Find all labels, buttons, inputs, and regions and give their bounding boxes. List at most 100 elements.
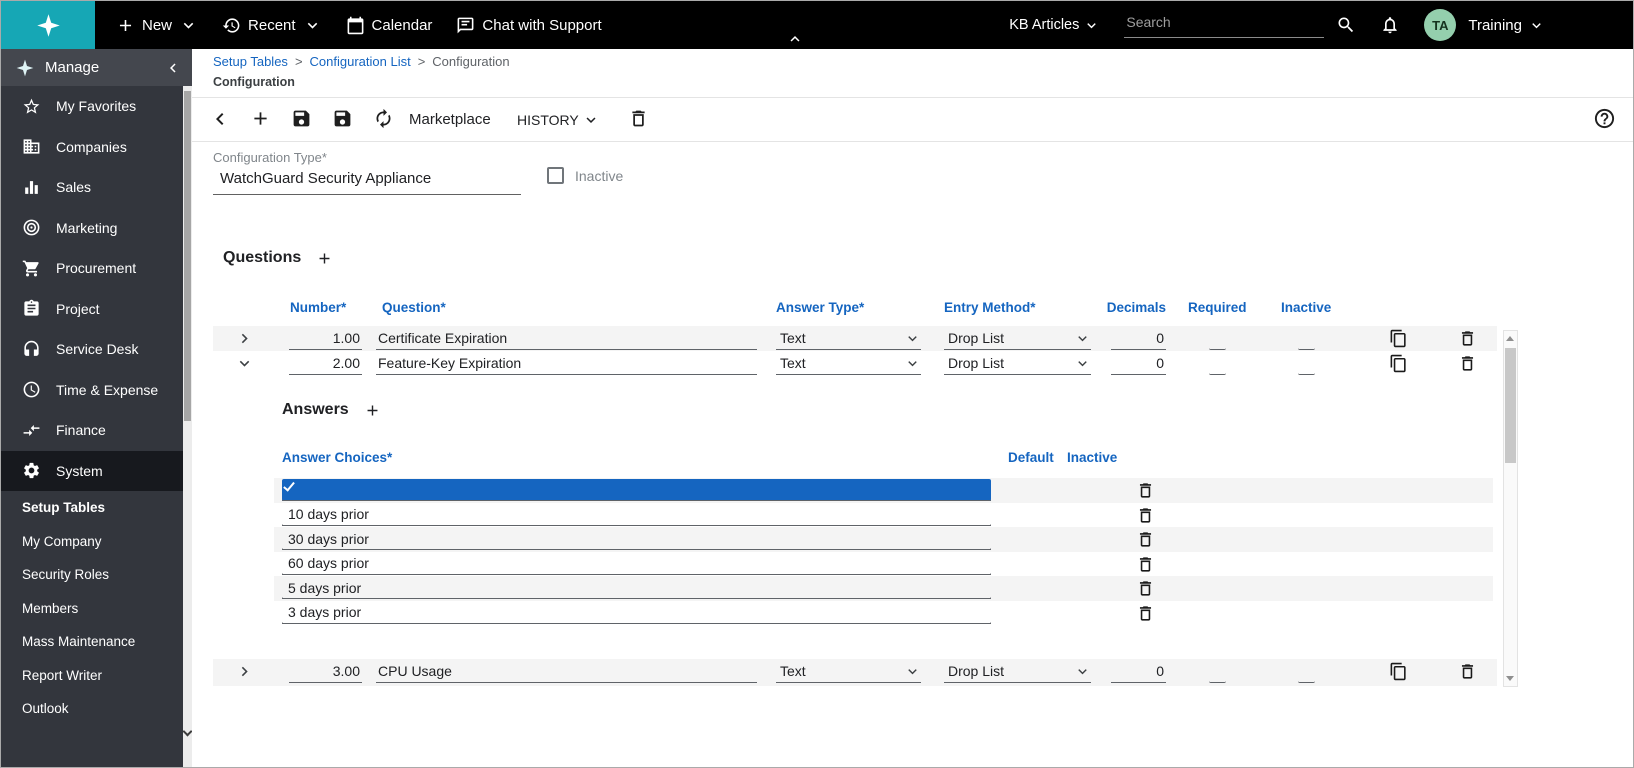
- scroll-up-icon[interactable]: [1506, 336, 1514, 341]
- avatar[interactable]: TA: [1424, 9, 1456, 41]
- collapse-row-button[interactable]: [235, 354, 254, 373]
- app-logo[interactable]: [1, 1, 95, 49]
- add-answer-button[interactable]: [364, 402, 381, 419]
- sidebar-item-time-expense[interactable]: Time & Expense: [1, 370, 192, 411]
- sidebar-scrollbar-thumb[interactable]: [184, 91, 191, 421]
- inactive-checkbox[interactable]: [282, 602, 991, 624]
- sidebar-subitem-report-writer[interactable]: Report Writer: [1, 659, 192, 693]
- question-text-input[interactable]: [376, 660, 757, 683]
- sidebar-item-companies[interactable]: Companies: [1, 127, 192, 168]
- delete-answer-button[interactable]: [1136, 579, 1155, 598]
- scroll-down-icon[interactable]: [1506, 676, 1514, 681]
- sidebar-subitem-members[interactable]: Members: [1, 592, 192, 626]
- help-button[interactable]: [1593, 107, 1616, 130]
- sidebar-item-marketing[interactable]: Marketing: [1, 208, 192, 249]
- copy-row-button[interactable]: [1389, 354, 1408, 373]
- collapse-topbar-button[interactable]: [786, 30, 804, 48]
- delete-row-button[interactable]: [1458, 354, 1477, 373]
- delete-row-button[interactable]: [1458, 662, 1477, 681]
- copy-row-button[interactable]: [1389, 329, 1408, 348]
- sidebar-subitem-setup-tables[interactable]: Setup Tables: [1, 491, 192, 525]
- plus-icon: [250, 108, 271, 129]
- inactive-checkbox[interactable]: [282, 577, 991, 599]
- inactive-checkbox[interactable]: [282, 528, 991, 550]
- delete-answer-button[interactable]: [1136, 530, 1155, 549]
- calendar-button[interactable]: Calendar: [346, 16, 433, 35]
- entry-method-select[interactable]: Drop List: [944, 660, 1091, 683]
- breadcrumb: Setup Tables Configuration List Configur…: [213, 54, 510, 69]
- question-text-input[interactable]: [376, 352, 757, 375]
- notifications-button[interactable]: [1380, 15, 1400, 35]
- sidebar-scroll-down-icon[interactable]: [183, 727, 193, 737]
- save-button[interactable]: [291, 108, 312, 129]
- decimals-input[interactable]: [1111, 352, 1166, 375]
- breadcrumb-link-setup-tables[interactable]: Setup Tables: [213, 54, 288, 69]
- decimals-input[interactable]: [1111, 327, 1166, 350]
- required-checkbox[interactable]: [1209, 352, 1226, 375]
- sidebar-subitem-label: My Company: [22, 534, 102, 549]
- inactive-checkbox[interactable]: [1298, 660, 1315, 683]
- question-number-input[interactable]: [289, 660, 362, 683]
- inactive-checkbox[interactable]: [282, 553, 991, 575]
- chat-support-button[interactable]: Chat with Support: [456, 16, 601, 35]
- scrollbar-thumb[interactable]: [1505, 348, 1516, 463]
- inactive-checkbox[interactable]: [282, 479, 991, 501]
- answer-type-select[interactable]: Text: [776, 327, 921, 350]
- question-text-input[interactable]: [376, 327, 757, 350]
- breadcrumb-link-configuration-list[interactable]: Configuration List: [310, 54, 411, 69]
- inactive-checkbox[interactable]: [547, 167, 564, 184]
- account-menu[interactable]: Training: [1468, 17, 1545, 34]
- inactive-checkbox[interactable]: [1298, 352, 1315, 375]
- expand-row-button[interactable]: [235, 662, 254, 681]
- kb-articles-menu[interactable]: KB Articles: [1009, 17, 1100, 34]
- search-input[interactable]: [1126, 14, 1322, 30]
- recent-menu-button[interactable]: Recent: [222, 16, 322, 35]
- save-and-close-button[interactable]: [332, 108, 353, 129]
- delete-answer-button[interactable]: [1136, 555, 1155, 574]
- answer-type-select[interactable]: Text: [776, 660, 921, 683]
- marketplace-button[interactable]: Marketplace: [409, 111, 491, 128]
- sidebar-scrollbar[interactable]: [183, 86, 192, 767]
- chevron-left-icon[interactable]: [164, 59, 182, 77]
- sidebar-item-project[interactable]: Project: [1, 289, 192, 330]
- sidebar-subitem-my-company[interactable]: My Company: [1, 525, 192, 559]
- search-button[interactable]: [1336, 15, 1356, 35]
- expand-row-button[interactable]: [235, 329, 254, 348]
- sidebar-item-procurement[interactable]: Procurement: [1, 248, 192, 289]
- new-menu-button[interactable]: New: [116, 16, 198, 35]
- sidebar-item-system[interactable]: System: [1, 451, 192, 492]
- history-menu-button[interactable]: HISTORY: [517, 111, 600, 129]
- sidebar-header-manage[interactable]: Manage: [1, 49, 192, 86]
- entry-method-select[interactable]: Drop List: [944, 352, 1091, 375]
- sidebar-item-my-favorites[interactable]: My Favorites: [1, 86, 192, 127]
- add-question-button[interactable]: [316, 250, 333, 267]
- delete-record-button[interactable]: [628, 108, 649, 129]
- copy-row-button[interactable]: [1389, 662, 1408, 681]
- question-row: Text Drop List: [213, 326, 1497, 351]
- sidebar-item-sales[interactable]: Sales: [1, 167, 192, 208]
- refresh-button[interactable]: [373, 108, 394, 129]
- delete-answer-button[interactable]: [1136, 604, 1155, 623]
- delete-row-button[interactable]: [1458, 329, 1477, 348]
- question-number-input[interactable]: [289, 352, 362, 375]
- configuration-type-input[interactable]: [213, 168, 521, 195]
- entry-method-select[interactable]: Drop List: [944, 327, 1091, 350]
- required-checkbox[interactable]: [1209, 327, 1226, 350]
- sidebar-item-finance[interactable]: Finance: [1, 410, 192, 451]
- sidebar-subitem-outlook[interactable]: Outlook: [1, 692, 192, 726]
- decimals-input[interactable]: [1111, 660, 1166, 683]
- sidebar-subitem-mass-maintenance[interactable]: Mass Maintenance: [1, 625, 192, 659]
- inactive-checkbox[interactable]: [1298, 327, 1315, 350]
- back-button[interactable]: [208, 107, 232, 131]
- add-button[interactable]: [250, 108, 271, 129]
- delete-answer-button[interactable]: [1136, 506, 1155, 525]
- question-number-input[interactable]: [289, 327, 362, 350]
- chevron-down-icon: [1074, 330, 1091, 347]
- questions-scrollbar[interactable]: [1503, 330, 1518, 687]
- answer-type-select[interactable]: Text: [776, 352, 921, 375]
- inactive-checkbox[interactable]: [282, 504, 991, 526]
- required-checkbox[interactable]: [1209, 660, 1226, 683]
- sidebar-item-service-desk[interactable]: Service Desk: [1, 329, 192, 370]
- sidebar-subitem-security-roles[interactable]: Security Roles: [1, 558, 192, 592]
- delete-answer-button[interactable]: [1136, 481, 1155, 500]
